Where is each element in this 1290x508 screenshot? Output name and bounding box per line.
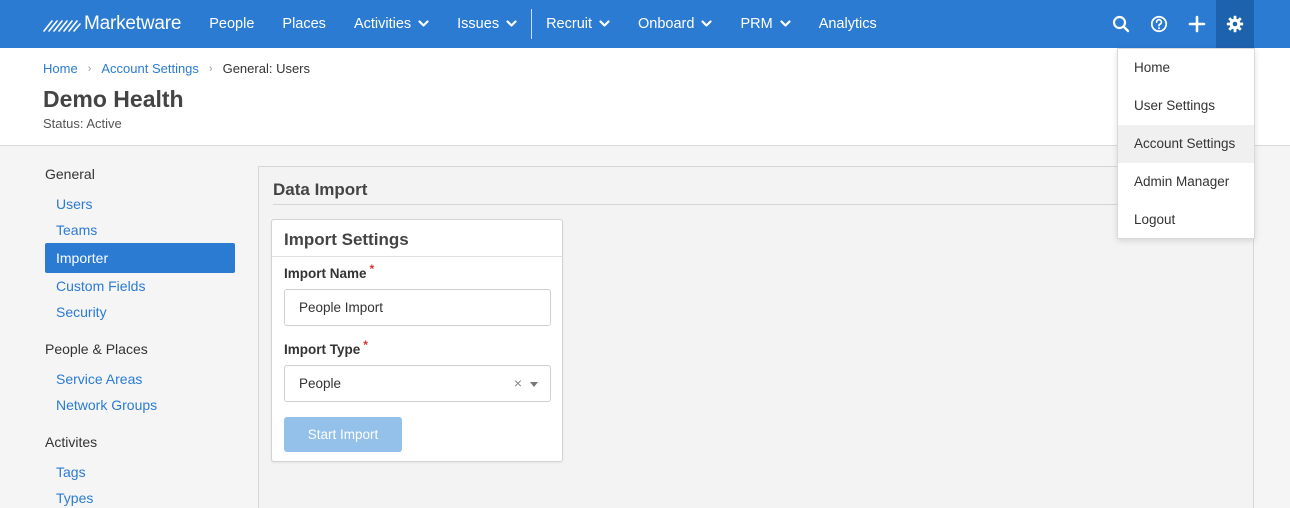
- top-nav: Marketware People Places Activities Issues R…: [0, 0, 1290, 48]
- search-button[interactable]: [1102, 0, 1140, 48]
- nav-item-label: Places: [282, 16, 326, 32]
- add-button[interactable]: [1178, 0, 1216, 48]
- nav-item-activities[interactable]: Activities: [340, 0, 443, 48]
- sidebar-item-types[interactable]: Types: [45, 485, 235, 508]
- chevron-down-icon: [506, 20, 517, 27]
- search-icon: [1112, 15, 1130, 33]
- sidebar-item-security[interactable]: Security: [45, 299, 235, 325]
- import-name-label: Import Name *: [284, 262, 374, 281]
- nav-item-label: PRM: [740, 16, 773, 32]
- sidebar-item-teams[interactable]: Teams: [45, 217, 235, 243]
- sidebar-item-service-areas[interactable]: Service Areas: [45, 366, 235, 392]
- brand-name: Marketware: [84, 13, 182, 34]
- settings-dropdown-menu: Home User Settings Account Settings Admin M…: [1117, 48, 1255, 239]
- nav-item-label: People: [209, 16, 255, 32]
- page-title: Demo Health: [43, 86, 184, 112]
- divider: [273, 204, 1253, 205]
- account-status: Status: Active: [43, 116, 122, 131]
- sidebar-group-general: General: [45, 166, 95, 182]
- breadcrumb-home[interactable]: Home: [43, 61, 78, 76]
- sidebar-group-activites: Activites: [45, 434, 98, 450]
- breadcrumb-account-settings[interactable]: Account Settings: [101, 61, 199, 76]
- chevron-down-icon: [599, 20, 610, 27]
- required-marker: *: [363, 338, 368, 352]
- chevron-down-icon: [780, 20, 791, 27]
- chevron-down-icon: [418, 20, 429, 27]
- nav-item-issues[interactable]: Issues: [443, 0, 531, 48]
- clear-icon[interactable]: ×: [514, 375, 522, 391]
- menu-item-home[interactable]: Home: [1118, 49, 1254, 87]
- nav-item-label: Issues: [457, 16, 500, 32]
- nav-item-places[interactable]: Places: [268, 0, 340, 48]
- caret-down-icon[interactable]: [530, 382, 538, 387]
- divider: [272, 256, 562, 257]
- sidebar-item-network-groups[interactable]: Network Groups: [45, 392, 235, 418]
- import-type-value: People: [299, 376, 342, 391]
- required-marker: *: [369, 262, 375, 276]
- sidebar-item-users[interactable]: Users: [45, 191, 235, 217]
- nav-item-label: Onboard: [638, 16, 695, 32]
- start-import-button[interactable]: Start Import: [284, 417, 402, 452]
- nav-item-label: Analytics: [818, 16, 877, 32]
- chevron-down-icon: [701, 20, 713, 27]
- gear-icon: [1226, 15, 1244, 33]
- page-header: Home › Account Settings › General: Users…: [0, 48, 1290, 146]
- nav-item-recruit[interactable]: Recruit: [532, 0, 624, 48]
- nav-item-label: Activities: [353, 16, 412, 32]
- nav-item-people[interactable]: People: [195, 0, 268, 48]
- import-name-input[interactable]: [284, 289, 551, 326]
- breadcrumb: Home › Account Settings › General: Users: [43, 61, 310, 76]
- nav-item-analytics[interactable]: Analytics: [805, 0, 891, 48]
- import-type-label-text: Import Type: [284, 342, 361, 357]
- import-type-label: Import Type *: [284, 338, 368, 357]
- menu-item-logout[interactable]: Logout: [1118, 201, 1254, 239]
- nav-menu: People Places Activities Issues Recruit Onboa…: [195, 0, 890, 48]
- sidebar-item-tags[interactable]: Tags: [45, 459, 235, 485]
- help-button[interactable]: [1140, 0, 1178, 48]
- settings-sidebar: General Users Teams Importer Custom Fields Se…: [45, 166, 235, 508]
- sidebar-group-people-and-places: People & Places: [45, 341, 148, 357]
- logo-mark-icon: [43, 20, 81, 32]
- nav-utilities: [1102, 0, 1254, 48]
- chevron-right-icon: ›: [208, 62, 213, 75]
- menu-item-user-settings[interactable]: User Settings: [1118, 87, 1254, 125]
- nav-item-onboard[interactable]: Onboard: [624, 0, 726, 48]
- sidebar-item-custom-fields[interactable]: Custom Fields: [45, 273, 235, 299]
- import-name-label-text: Import Name: [284, 266, 367, 281]
- nav-item-prm[interactable]: PRM: [726, 0, 804, 48]
- card-title: Import Settings: [284, 230, 409, 249]
- main-panel: Data Import Import Settings Import Name *…: [258, 166, 1254, 508]
- sidebar-item-importer[interactable]: Importer: [45, 243, 235, 273]
- nav-item-label: Recruit: [546, 16, 593, 32]
- brand-logo[interactable]: Marketware: [43, 13, 181, 35]
- plus-icon: [1188, 15, 1206, 33]
- breadcrumb-current: General: Users: [222, 61, 311, 76]
- help-icon: [1150, 15, 1168, 33]
- import-settings-card: Import Settings Import Name* Import Type…: [271, 219, 563, 462]
- section-title: Data Import: [273, 180, 368, 199]
- settings-button[interactable]: [1216, 0, 1254, 48]
- menu-item-admin-manager[interactable]: Admin Manager: [1118, 163, 1254, 201]
- import-type-select[interactable]: People ×: [284, 365, 551, 402]
- menu-item-account-settings[interactable]: Account Settings: [1118, 125, 1254, 163]
- chevron-right-icon: ›: [87, 62, 92, 75]
